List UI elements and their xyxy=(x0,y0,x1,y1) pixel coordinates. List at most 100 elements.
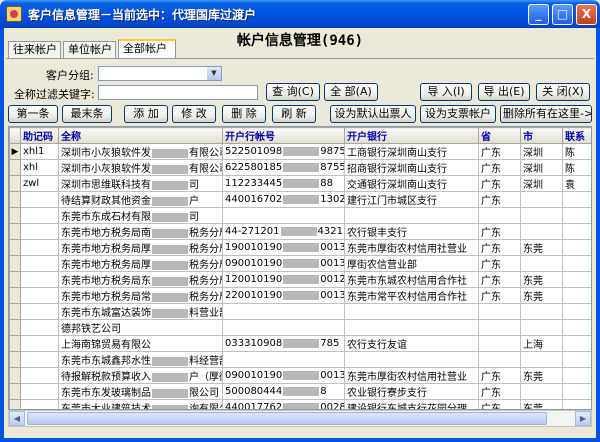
last-record-button[interactable]: 最末条 xyxy=(62,105,112,123)
cell-contact[interactable] xyxy=(562,207,591,224)
cell-province[interactable]: 广东 xyxy=(478,399,521,409)
cell-province[interactable]: 广东 xyxy=(478,383,521,400)
cell-contact[interactable] xyxy=(562,319,591,336)
cell-code[interactable] xyxy=(20,335,59,352)
row-indicator[interactable] xyxy=(9,335,21,352)
cell-account[interactable]: 190010190 0013 xyxy=(222,239,345,256)
cell-city[interactable]: 东莞 xyxy=(520,399,563,409)
table-row[interactable]: 东莞市地方税务局厚 税务分局190010190 0013东莞市厚街农村信用社营业广东… xyxy=(9,239,591,256)
cell-code[interactable] xyxy=(20,319,59,336)
cell-account[interactable] xyxy=(222,351,345,368)
close-window-button[interactable]: X xyxy=(576,4,597,25)
cell-contact[interactable] xyxy=(562,271,591,288)
table-row[interactable]: xhl深圳市小灰狼软件发 有限公司622580185 87555招商银行深圳南山支行… xyxy=(9,159,591,176)
cell-contact[interactable] xyxy=(562,287,591,304)
cell-contact[interactable] xyxy=(562,335,591,352)
cell-account[interactable]: 033310908 785 xyxy=(222,335,345,352)
row-indicator[interactable] xyxy=(9,319,21,336)
cell-account[interactable] xyxy=(222,207,345,224)
cell-city[interactable] xyxy=(520,319,563,336)
cell-city[interactable]: 深圳 xyxy=(520,175,563,192)
cell-province[interactable]: 广东 xyxy=(478,367,521,384)
cell-account[interactable]: 220010190 0013 xyxy=(222,287,345,304)
minimize-button[interactable]: _ xyxy=(528,4,549,25)
cell-name[interactable]: 东莞市东城富达装饰 料营业部 xyxy=(58,303,223,320)
cell-code[interactable] xyxy=(20,303,59,320)
cell-code[interactable]: xhl1 xyxy=(20,143,59,160)
cell-contact[interactable] xyxy=(562,399,591,409)
cell-code[interactable] xyxy=(20,383,59,400)
col-city[interactable]: 市 xyxy=(520,127,563,144)
cell-account[interactable]: 500080444 8 xyxy=(222,383,345,400)
edit-button[interactable]: 修 改 xyxy=(172,105,216,123)
cell-name[interactable]: 东莞市地方税务局南 税务分局 xyxy=(58,223,223,240)
cell-account[interactable]: 090010190 0013 xyxy=(222,255,345,272)
cell-city[interactable]: 深圳 xyxy=(520,159,563,176)
row-indicator[interactable] xyxy=(9,351,21,368)
cell-contact[interactable]: 陈 xyxy=(562,159,591,176)
cell-province[interactable] xyxy=(478,319,521,336)
first-record-button[interactable]: 第一条 xyxy=(8,105,58,123)
cell-account[interactable]: 112233445 88 xyxy=(222,175,345,192)
row-indicator[interactable] xyxy=(9,367,21,384)
scroll-left-icon[interactable]: ◀ xyxy=(9,411,25,426)
cell-bank[interactable]: 农业银行寮步支行 xyxy=(344,383,479,400)
row-indicator[interactable]: ▶ xyxy=(9,143,21,160)
table-row[interactable]: 待结算财政其他资金 户 440016702 130202建行江门市城区支行广东 xyxy=(9,191,591,208)
cell-bank[interactable]: 建行江门市城区支行 xyxy=(344,191,479,208)
cell-name[interactable]: 东莞市东成石材有限 司 xyxy=(58,207,223,224)
cell-name[interactable]: 东莞市地方税务局常 税务分局 xyxy=(58,287,223,304)
cell-bank[interactable]: 农行支行友谊 xyxy=(344,335,479,352)
accounts-table[interactable]: 助记码 全称 开户行帐号 开户银行 省 市 联系 ▶ xhl1 深圳市小灰狼软件发有… xyxy=(8,126,592,410)
cell-name[interactable]: 深圳市思维联科技有 司 xyxy=(58,175,223,192)
cell-name[interactable]: 东莞市地方税务局东 税务分局 xyxy=(58,271,223,288)
row-indicator[interactable] xyxy=(9,255,21,272)
cell-code[interactable] xyxy=(20,191,59,208)
cell-city[interactable] xyxy=(520,255,563,272)
cell-city[interactable] xyxy=(520,223,563,240)
cell-bank[interactable]: 东莞市东城农村信用合作社 xyxy=(344,271,479,288)
query-button[interactable]: 查 询(C) xyxy=(266,83,320,101)
cell-name[interactable]: 深圳市小灰狼软件发 有限公司 xyxy=(58,159,223,176)
cell-province[interactable]: 广东 xyxy=(478,143,521,160)
cell-bank[interactable]: 厚街农信营业部 xyxy=(344,255,479,272)
cell-account[interactable]: 522501098 987599 xyxy=(222,143,345,160)
cell-name[interactable]: 深圳市小灰狼软件发 有限公司 xyxy=(58,143,223,160)
table-row[interactable]: 东莞市地方税务局东 税务分局120010190 0012东莞市东城农村信用合作社广东… xyxy=(9,271,591,288)
horizontal-scrollbar[interactable]: ◀ ▶ xyxy=(8,410,592,427)
tab-wanglai[interactable]: 往来帐户 xyxy=(8,41,61,58)
table-row[interactable]: 东莞市东城鑫邦水性 料经营部 xyxy=(9,351,591,368)
cell-code[interactable]: xhl xyxy=(20,159,59,176)
keyword-input[interactable] xyxy=(98,85,258,100)
cell-contact[interactable] xyxy=(562,351,591,368)
cell-code[interactable] xyxy=(20,367,59,384)
cell-province[interactable]: 广东 xyxy=(478,287,521,304)
cell-city[interactable] xyxy=(520,351,563,368)
cell-account[interactable] xyxy=(222,319,345,336)
row-indicator[interactable] xyxy=(9,207,21,224)
cell-province[interactable]: 广东 xyxy=(478,159,521,176)
cell-contact[interactable] xyxy=(562,367,591,384)
refresh-button[interactable]: 刷 新 xyxy=(272,105,316,123)
cell-bank[interactable]: 东莞市厚街农村信用社营业 xyxy=(344,367,479,384)
delete-all-button[interactable]: 删除所有在这里-> xyxy=(500,105,593,123)
scroll-thumb[interactable] xyxy=(27,412,547,425)
cell-province[interactable]: 广东 xyxy=(478,255,521,272)
cell-code[interactable] xyxy=(20,271,59,288)
set-default-payee-button[interactable]: 设为默认出票人 xyxy=(330,105,416,123)
cell-name[interactable]: 东莞市地方税务局厚 税务分局 xyxy=(58,239,223,256)
col-contact[interactable]: 联系 xyxy=(562,127,591,144)
cell-city[interactable]: 东莞 xyxy=(520,287,563,304)
col-account[interactable]: 开户行帐号 xyxy=(222,127,345,144)
cell-province[interactable] xyxy=(478,303,521,320)
delete-button[interactable]: 删 除 xyxy=(222,105,266,123)
cell-province[interactable] xyxy=(478,351,521,368)
cell-code[interactable] xyxy=(20,239,59,256)
cell-province[interactable] xyxy=(478,335,521,352)
cell-name[interactable]: 待报解税款预算收入 户（厚街） xyxy=(58,367,223,384)
row-indicator[interactable] xyxy=(9,303,21,320)
cell-bank[interactable] xyxy=(344,207,479,224)
table-row[interactable]: 德邦铁艺公司 xyxy=(9,319,591,336)
cell-code[interactable] xyxy=(20,287,59,304)
col-bank[interactable]: 开户银行 xyxy=(344,127,479,144)
